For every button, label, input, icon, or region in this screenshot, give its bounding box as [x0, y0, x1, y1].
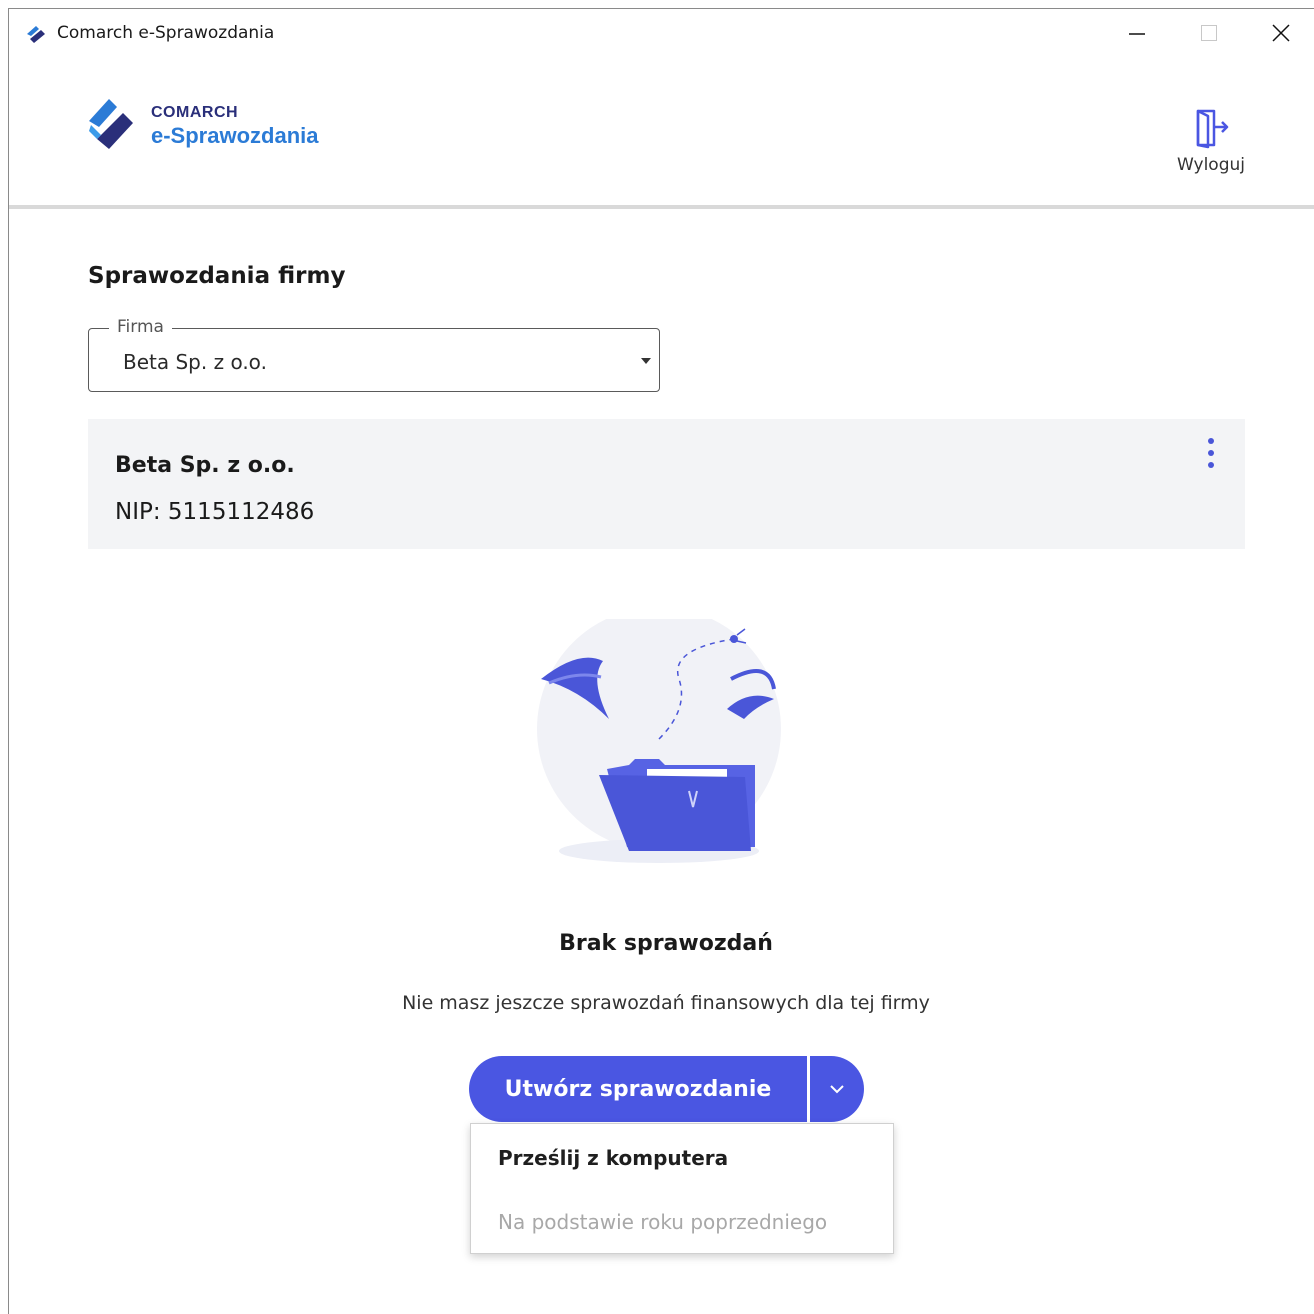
firma-select-label: Firma — [109, 317, 172, 337]
empty-state-title: Brak sprawozdań — [559, 931, 773, 956]
logout-door-icon — [1196, 109, 1229, 149]
caret-down-icon — [641, 358, 651, 364]
empty-folder-illustration — [537, 619, 781, 863]
chevron-down-icon — [830, 1085, 844, 1094]
more-options-icon[interactable] — [1197, 435, 1225, 475]
create-report-split-button: Utwórz sprawozdanie — [469, 1056, 864, 1122]
app-header: COMARCH e-Sprawozdania Wyloguj — [9, 57, 1314, 209]
app-window: Comarch e-Sprawozdania COMARCH e-Sprawoz… — [8, 8, 1314, 1314]
minimize-icon — [1129, 33, 1145, 35]
maximize-icon — [1201, 25, 1217, 41]
logo-brand: COMARCH — [151, 104, 239, 121]
company-nip: NIP: 5115112486 — [115, 499, 315, 525]
comarch-logo-icon — [89, 99, 133, 149]
create-report-dropdown-toggle[interactable] — [810, 1056, 864, 1122]
window-title: Comarch e-Sprawozdania — [57, 23, 275, 43]
create-report-button[interactable]: Utwórz sprawozdanie — [469, 1056, 807, 1122]
menu-item-upload-from-computer[interactable]: Prześlij z komputera — [471, 1126, 893, 1190]
logo-product: e-Sprawozdania — [151, 123, 319, 148]
logout-button[interactable]: Wyloguj — [1165, 107, 1257, 175]
page-title: Sprawozdania firmy — [88, 263, 346, 289]
firma-select[interactable]: Firma Beta Sp. z o.o. — [88, 317, 660, 392]
minimize-button[interactable] — [1101, 9, 1173, 57]
menu-item-label: Na podstawie roku poprzedniego — [498, 1210, 828, 1234]
empty-state-description: Nie masz jeszcze sprawozdań finansowych … — [402, 992, 930, 1014]
menu-item-label: Prześlij z komputera — [498, 1146, 729, 1170]
app-logo-icon — [27, 26, 45, 43]
company-card: Beta Sp. z o.o. NIP: 5115112486 — [88, 419, 1245, 549]
company-name: Beta Sp. z o.o. — [115, 453, 295, 478]
close-icon — [1272, 24, 1290, 42]
logout-label: Wyloguj — [1177, 155, 1245, 175]
menu-item-from-previous-year: Na podstawie roku poprzedniego — [471, 1190, 893, 1254]
maximize-button[interactable] — [1173, 9, 1245, 57]
firma-select-value: Beta Sp. z o.o. — [123, 350, 267, 374]
logo-text: COMARCH e-Sprawozdania — [151, 104, 318, 149]
title-bar: Comarch e-Sprawozdania — [9, 9, 1314, 57]
create-report-label: Utwórz sprawozdanie — [504, 1076, 772, 1102]
create-report-menu: Prześlij z komputera Na podstawie roku p… — [470, 1123, 894, 1254]
close-button[interactable] — [1245, 9, 1314, 57]
